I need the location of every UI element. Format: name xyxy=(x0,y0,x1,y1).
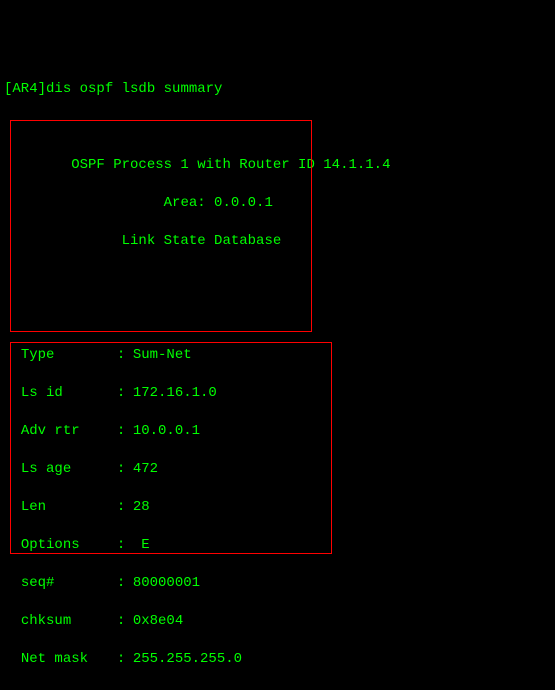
prompt-cmd: dis ospf lsdb summary xyxy=(46,81,222,97)
lsa-row: Ls age:472 xyxy=(4,460,555,479)
lsa-row: Adv rtr:10.0.0.1 xyxy=(4,422,555,441)
lsa-row: chksum:0x8e04 xyxy=(4,612,555,631)
lsa-row: Len:28 xyxy=(4,498,555,517)
highlight-box-2 xyxy=(10,342,332,554)
header-db: Link State Database xyxy=(4,232,555,251)
lsa-row: seq#:80000001 xyxy=(4,574,555,593)
lsa-row: Type:Sum-Net xyxy=(4,346,555,365)
highlight-box-1 xyxy=(10,120,312,332)
header-process: OSPF Process 1 with Router ID 14.1.1.4 xyxy=(4,156,555,175)
lsa-row: Ls id:172.16.1.0 xyxy=(4,384,555,403)
lsa-row: Options: E xyxy=(4,536,555,555)
header-area: Area: 0.0.0.1 xyxy=(4,194,555,213)
cmd-line[interactable]: [AR4]dis ospf lsdb summary xyxy=(4,80,555,99)
lsa-row: Net mask:255.255.255.0 xyxy=(4,650,555,669)
prompt-host: [AR4] xyxy=(4,81,46,97)
